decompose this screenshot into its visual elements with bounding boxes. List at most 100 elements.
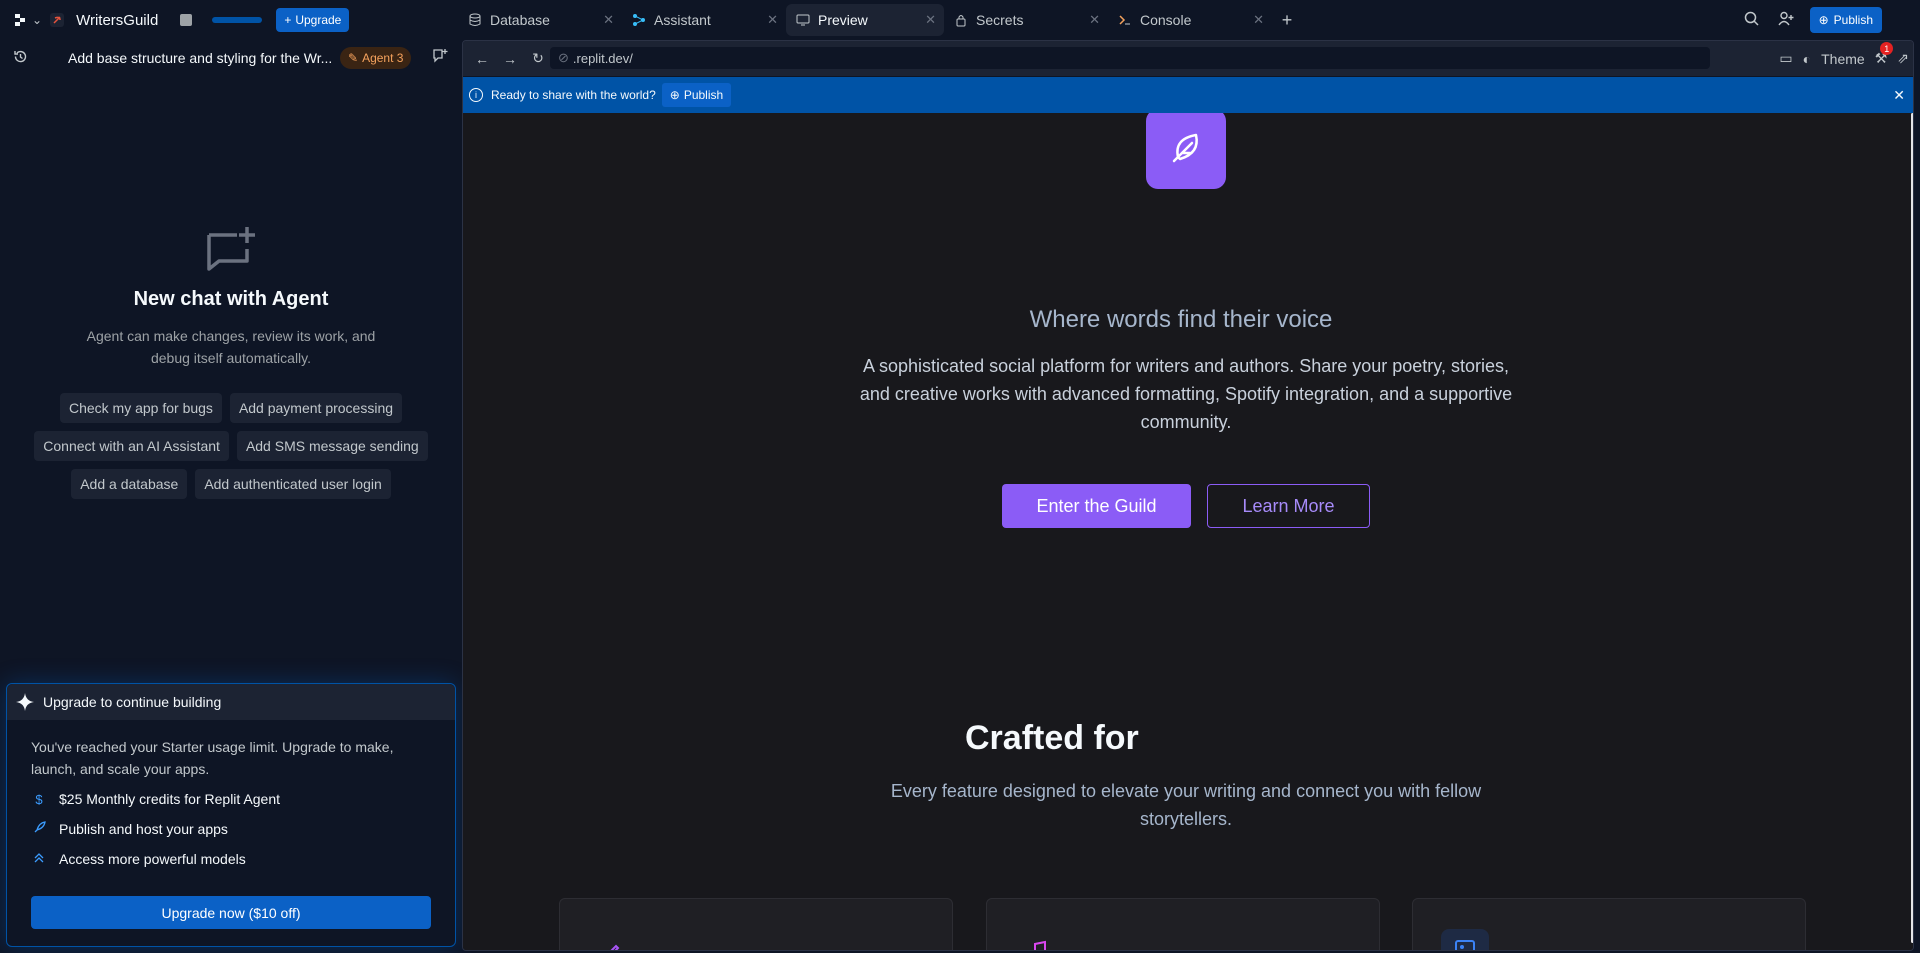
music-note-icon [1015, 929, 1063, 950]
scrollbar-thumb[interactable] [1911, 113, 1913, 943]
devtools-icon[interactable]: ⚒ 1 [1875, 42, 1894, 67]
feature-card [986, 898, 1380, 950]
upgrade-card-body: You've reached your Starter usage limit.… [7, 720, 455, 929]
agent-version-badge[interactable]: ✎ Agent 3 [340, 47, 412, 69]
database-icon [469, 13, 481, 26]
forward-arrow-icon[interactable]: → [501, 51, 519, 67]
site-preview: Where words find their voice A sophistic… [463, 113, 1913, 950]
close-icon[interactable]: ✕ [1089, 12, 1100, 28]
feature-card [559, 898, 953, 950]
top-bar-right: ⊕ Publish [1742, 6, 1882, 34]
workspace-tabs: Database ✕ Assistant ✕ Preview ✕ Secrets… [458, 4, 1302, 36]
close-icon[interactable]: ✕ [925, 12, 936, 28]
suggestion-row: Connect with an AI Assistant Add SMS mes… [34, 431, 428, 461]
publish-icon: ⊕ [669, 88, 680, 102]
tab-label: Secrets [976, 12, 1024, 28]
history-icon[interactable] [13, 49, 28, 67]
monitor-icon [796, 14, 810, 26]
empty-state-description: Agent can make changes, review its work,… [86, 328, 376, 366]
suggestion-chip[interactable]: Add SMS message sending [236, 431, 428, 461]
feature-text: Publish and host your apps [59, 821, 228, 837]
upgrade-feature: Publish and host your apps [31, 818, 431, 840]
publish-banner: i Ready to share with the world? ⊕ Publi… [463, 77, 1913, 113]
enter-guild-button[interactable]: Enter the Guild [1002, 484, 1191, 528]
preview-scrollbar[interactable] [1910, 113, 1913, 950]
close-icon[interactable]: ✕ [1253, 12, 1264, 28]
pen-icon [588, 929, 636, 950]
tab-secrets[interactable]: Secrets ✕ [944, 4, 1108, 36]
url-input[interactable]: ⊘ .replit.dev/ [550, 47, 1710, 69]
tab-database[interactable]: Database ✕ [458, 4, 622, 36]
devices-icon[interactable]: ▭ [1779, 50, 1792, 67]
chat-title[interactable]: Add base structure and styling for the W… [68, 50, 338, 66]
theme-label[interactable]: Theme [1821, 51, 1865, 67]
upgrade-feature: $ $25 Monthly credits for Replit Agent [31, 788, 431, 810]
close-icon[interactable]: ✕ [603, 12, 614, 28]
tab-assistant[interactable]: Assistant ✕ [622, 4, 786, 36]
hero-actions: Enter the Guild Learn More [1002, 484, 1370, 528]
suggestion-row: Check my app for bugs Add payment proces… [59, 393, 403, 423]
suggestion-chip[interactable]: Connect with an AI Assistant [34, 431, 229, 461]
search-icon[interactable] [1742, 11, 1762, 30]
replit-menu-button[interactable]: ⌄ [14, 13, 42, 27]
publish-button[interactable]: ⊕ Publish [1809, 7, 1882, 33]
preview-url-bar: ← → ↻ ⊘ .replit.dev/ ▭ ◐ Theme ⚒ 1 ⇗ [463, 41, 1913, 76]
tab-label: Preview [818, 12, 868, 28]
upgrade-now-button[interactable]: Upgrade now ($10 off) [31, 896, 431, 929]
section-subtitle: Every feature designed to elevate your w… [890, 781, 1482, 829]
upgrade-button[interactable]: + Upgrade [276, 8, 350, 32]
suggestion-chip[interactable]: Add authenticated user login [195, 469, 391, 499]
rocket-icon: ✎ [348, 51, 359, 65]
project-name[interactable]: WritersGuild [76, 12, 158, 29]
top-bar: ⌄ WritersGuild + Upgrade Database ✕ Assi… [0, 0, 1920, 40]
tab-label: Database [490, 12, 550, 28]
terminal-icon [1119, 15, 1130, 25]
feather-logo-icon [1146, 113, 1226, 189]
plus-icon: + [284, 13, 292, 27]
suggestion-chip[interactable]: Add payment processing [229, 393, 403, 423]
upgrade-card: Upgrade to continue building You've reac… [6, 683, 456, 947]
project-icon [50, 13, 65, 27]
tab-label: Console [1140, 12, 1192, 28]
learn-more-button[interactable]: Learn More [1207, 484, 1370, 528]
suggestion-row: Add a database Add authenticated user lo… [71, 469, 391, 499]
new-chat-empty-state: New chat with Agent Agent can make chang… [0, 225, 462, 499]
publish-icon: ⊕ [1818, 13, 1829, 27]
tab-preview[interactable]: Preview ✕ [786, 4, 944, 36]
close-icon[interactable]: ✕ [1893, 87, 1905, 104]
link-icon: ⊘ [558, 50, 569, 65]
hero-description: A sophisticated social platform for writ… [859, 356, 1513, 432]
chevron-down-icon: ⌄ [32, 13, 43, 27]
banner-publish-button[interactable]: ⊕ Publish [661, 83, 732, 107]
tab-console[interactable]: Console ✕ [1108, 4, 1272, 36]
invite-user-icon[interactable] [1776, 11, 1796, 30]
notification-badge: 1 [1880, 42, 1894, 55]
publish-label: Publish [1833, 13, 1873, 27]
agent-panel: Add base structure and styling for the W… [0, 40, 462, 953]
banner-publish-label: Publish [683, 88, 724, 102]
close-icon[interactable]: ✕ [767, 12, 778, 28]
feature-text: $25 Monthly credits for Replit Agent [59, 791, 281, 807]
top-bar-left: ⌄ WritersGuild + Upgrade [14, 8, 350, 32]
palette-icon[interactable]: ◐ [1803, 51, 1811, 67]
plus-icon: + [1281, 9, 1293, 30]
hero-tagline: Where words find their voice [1029, 306, 1333, 333]
usage-progress-bar [212, 17, 263, 23]
section-title: Crafted for [965, 719, 1139, 757]
back-arrow-icon[interactable]: ← [473, 51, 491, 67]
suggestion-chip[interactable]: Check my app for bugs [59, 393, 222, 423]
stop-icon[interactable] [180, 14, 193, 26]
new-chat-icon[interactable] [432, 48, 448, 66]
chat-bubble-plus-icon [207, 227, 255, 271]
open-external-icon[interactable]: ⇗ [1897, 50, 1909, 67]
info-icon: i [469, 88, 483, 102]
add-tab-button[interactable]: + [1272, 4, 1302, 36]
reload-icon[interactable]: ↻ [529, 50, 547, 67]
empty-state-title: New chat with Agent [133, 288, 329, 310]
upgrade-card-header: Upgrade to continue building [7, 684, 455, 720]
rocket-icon [31, 820, 47, 838]
suggestion-chip[interactable]: Add a database [71, 469, 188, 499]
dollar-icon: $ [35, 791, 43, 807]
replit-logo-icon [15, 14, 25, 26]
agent-badge-label: Agent 3 [362, 51, 404, 65]
